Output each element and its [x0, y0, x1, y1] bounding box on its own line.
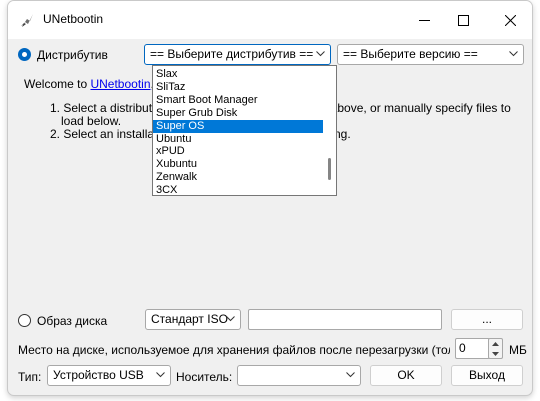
- dropdown-scroll-thumb[interactable]: [328, 158, 331, 180]
- dropdown-item[interactable]: Slax: [153, 68, 323, 81]
- persistence-size-value: 0: [459, 341, 466, 355]
- dropdown-item[interactable]: Super OS: [153, 119, 323, 133]
- step1-end: st above, or manually specify files to: [318, 101, 511, 115]
- dropdown-item[interactable]: Xubuntu: [153, 158, 323, 171]
- persistence-label: Место на диске, используемое для хранени…: [18, 343, 450, 357]
- maximize-button[interactable]: [440, 1, 486, 39]
- persistence-unit: МБ: [509, 343, 527, 357]
- browse-button[interactable]: ...: [451, 309, 523, 330]
- diskimage-type-value: Стандарт ISO: [151, 312, 228, 326]
- distribution-label: Дистрибутив: [37, 48, 108, 62]
- minimize-icon: [418, 19, 430, 21]
- distribution-radio[interactable]: [18, 48, 31, 61]
- title-bar[interactable]: UNetbootin: [8, 1, 532, 39]
- drive-combo[interactable]: [237, 365, 361, 386]
- distribution-combo-value: == Выберите дистрибутив ==: [150, 47, 314, 61]
- ok-button[interactable]: OK: [370, 365, 442, 386]
- version-combo-value: == Выберите версию ==: [343, 47, 478, 61]
- persistence-spinner[interactable]: [488, 338, 503, 359]
- unetbootin-window: UNetbootin Дистрибутив == Выберите дистр…: [7, 0, 533, 396]
- distribution-combo[interactable]: == Выберите дистрибутив ==: [144, 44, 331, 65]
- spin-down-icon[interactable]: [489, 349, 502, 359]
- type-combo-value: Устройство USB: [53, 368, 144, 382]
- diskimage-path-input[interactable]: [248, 309, 442, 330]
- dropdown-item[interactable]: Smart Boot Manager: [153, 94, 323, 107]
- step2-start: 2. Select an installat: [50, 127, 158, 141]
- chevron-down-icon: [509, 51, 518, 57]
- type-label: Тип:: [18, 370, 42, 384]
- window-title: UNetbootin: [43, 12, 104, 26]
- close-button[interactable]: [487, 1, 532, 39]
- chevron-down-icon: [346, 372, 355, 378]
- diskimage-type-combo[interactable]: Стандарт ISO: [145, 309, 241, 330]
- distribution-dropdown-list[interactable]: Slax SliTaz Smart Boot Manager Super Grub D…: [152, 65, 337, 196]
- dropdown-item[interactable]: SliTaz: [153, 81, 323, 94]
- dropdown-item[interactable]: Ubuntu: [153, 133, 323, 146]
- dropdown-item[interactable]: Zenwalk: [153, 171, 323, 184]
- dropdown-item[interactable]: 3CX: [153, 184, 323, 195]
- step1-start: 1. Select a distributi: [50, 101, 155, 115]
- type-combo[interactable]: Устройство USB: [47, 365, 171, 386]
- chevron-down-icon: [226, 316, 235, 322]
- chevron-down-icon: [316, 51, 325, 57]
- dropdown-scrollbar[interactable]: [323, 66, 336, 195]
- diskimage-label: Образ диска: [37, 314, 108, 328]
- app-icon: [21, 14, 33, 27]
- drive-label: Носитель:: [176, 370, 233, 384]
- welcome-prefix: Welcome to: [24, 77, 91, 91]
- diskimage-radio[interactable]: [18, 314, 31, 327]
- exit-button[interactable]: Выход: [451, 365, 523, 386]
- dropdown-item[interactable]: Super Grub Disk: [153, 107, 323, 120]
- unetbootin-link[interactable]: UNetbootin: [90, 77, 150, 91]
- dropdown-item[interactable]: xPUD: [153, 145, 323, 158]
- chevron-down-icon: [156, 372, 165, 378]
- persistence-size-input[interactable]: 0: [455, 338, 490, 359]
- step1-continuation: load below.: [61, 114, 122, 128]
- maximize-icon: [457, 14, 469, 26]
- spin-up-icon[interactable]: [489, 339, 502, 349]
- version-combo[interactable]: == Выберите версию ==: [337, 44, 524, 65]
- welcome-text: Welcome to UNetbootin, t: [24, 77, 161, 91]
- close-icon: [504, 14, 516, 26]
